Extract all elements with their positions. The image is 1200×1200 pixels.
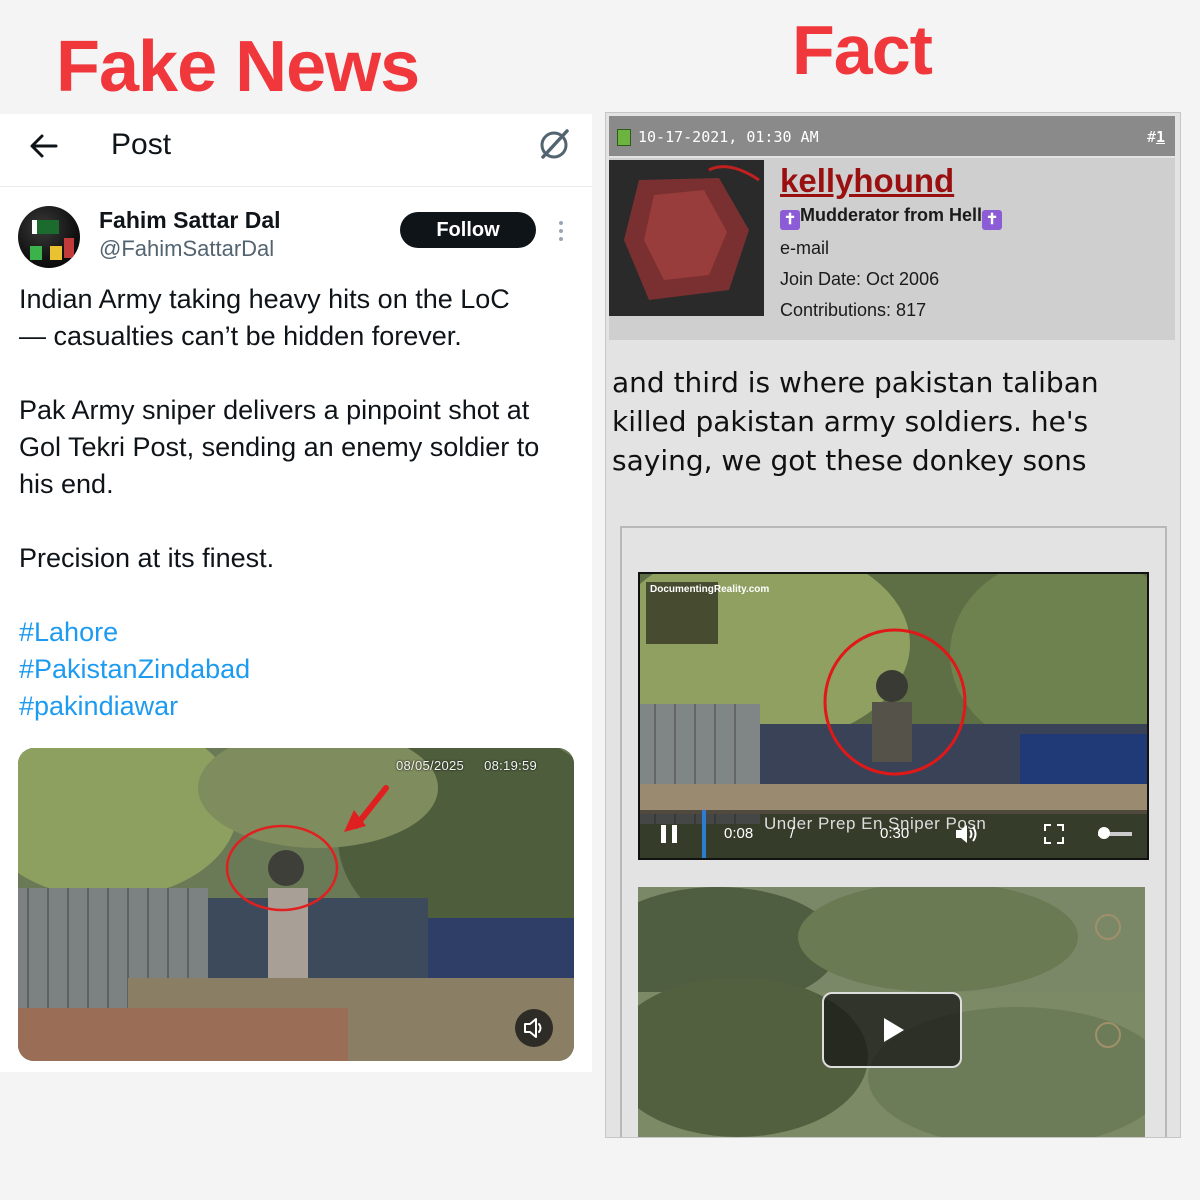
time-separator: / <box>790 825 795 842</box>
author-handle[interactable]: @FahimSattarDal <box>99 236 274 262</box>
message-line: saying, we got these donkey sons <box>612 444 1087 477</box>
tweet-line: Pak Army sniper delivers a pinpoint shot… <box>19 395 530 425</box>
video-frame-image <box>18 748 574 1061</box>
user-info-panel: kellyhound ✝ Mudderator from Hell ✝ e-mail… <box>609 158 1175 340</box>
tweet-line: Gol Tekri Post, sending an enemy soldier… <box>19 432 540 462</box>
pause-icon[interactable] <box>660 824 678 844</box>
forum-avatar[interactable] <box>609 160 764 316</box>
play-icon <box>884 1018 904 1042</box>
watermark-text: DocumentingReality.com <box>650 584 770 595</box>
fact-heading: Fact <box>792 11 933 89</box>
post-icon <box>617 129 631 146</box>
embedded-video-player-2[interactable] <box>638 887 1145 1137</box>
user-rank-text: Mudderator from Hell <box>800 205 983 225</box>
hashtag-link[interactable]: #pakindiawar <box>19 688 579 725</box>
tweet-text: Indian Army taking heavy hits on the LoC… <box>19 281 579 725</box>
avatar-detail <box>30 246 42 260</box>
progress-bar[interactable] <box>702 810 706 858</box>
user-rank: ✝ Mudderator from Hell ✝ <box>780 205 1003 230</box>
join-date: Join Date: Oct 2006 <box>780 269 940 289</box>
tweet-video[interactable]: 08/05/2025 08:19:59 <box>18 748 574 1061</box>
post-message: and third is where pakistan taliban kill… <box>612 363 1172 480</box>
hashtag-link[interactable]: #Lahore <box>19 614 579 651</box>
forum-username-link[interactable]: kellyhound <box>780 162 954 200</box>
message-line: killed pakistan army soldiers. he's <box>612 405 1089 438</box>
fullscreen-icon[interactable] <box>1044 824 1064 844</box>
cross-icon: ✝ <box>982 210 1003 230</box>
tweet-line: Precision at its finest. <box>19 543 275 573</box>
grok-icon[interactable] <box>536 126 572 162</box>
page-title: Post <box>111 128 172 161</box>
email-link[interactable]: e-mail <box>780 238 829 259</box>
tweet-topbar: Post <box>0 114 592 187</box>
video-caption: Under Prep En Sniper Posn <box>764 814 987 833</box>
post-header: 10-17-2021, 01:30 AM #1 <box>609 116 1175 156</box>
forum-post-panel: 10-17-2021, 01:30 AM #1 kellyhound ✝ Mudd… <box>605 112 1181 1138</box>
play-button[interactable] <box>822 992 962 1068</box>
current-time: 0:08 <box>724 825 754 842</box>
follow-button[interactable]: Follow <box>400 212 536 248</box>
author-name[interactable]: Fahim Sattar Dal <box>99 207 281 234</box>
post-number-link[interactable]: #1 <box>1147 128 1165 146</box>
arrow-left-icon[interactable] <box>28 130 60 162</box>
speaker-icon <box>524 1018 542 1038</box>
tweet-line: Indian Army taking heavy hits on the LoC <box>19 284 510 314</box>
embedded-video-player[interactable]: DocumentingReality.com Under Prep En Sni… <box>638 572 1149 860</box>
contributions-count: Contributions: 817 <box>780 300 927 320</box>
video-time: 08:19:59 <box>484 758 538 773</box>
cross-icon: ✝ <box>780 210 800 230</box>
total-time: 0:30 <box>880 825 910 842</box>
more-options-icon[interactable] <box>552 218 570 244</box>
tweet-line: — casualties can’t be hidden forever. <box>19 321 462 351</box>
hashtag-link[interactable]: #PakistanZindabad <box>19 651 579 688</box>
avatar[interactable] <box>18 206 80 268</box>
avatar-detail <box>50 246 62 260</box>
video-controls: Under Prep En Sniper Posn 0:08 / 0:30 <box>640 810 1147 858</box>
fake-news-heading: Fake News <box>56 27 420 107</box>
avatar-detail <box>64 238 74 258</box>
post-number-prefix: # <box>1146 128 1156 146</box>
video-watermark: DocumentingReality.com <box>646 582 769 644</box>
avatar-flag-image <box>32 220 59 234</box>
message-line: and third is where pakistan taliban <box>612 366 1099 399</box>
post-number[interactable]: 1 <box>1156 128 1165 146</box>
post-date: 10-17-2021, 01:30 AM <box>638 128 819 146</box>
volume-slider-handle[interactable] <box>1098 827 1110 839</box>
video-date: 08/05/2025 <box>396 758 465 773</box>
video-timestamp: 08/05/2025 08:19:59 <box>396 758 557 773</box>
tweet-line: his end. <box>19 469 114 499</box>
mute-button[interactable] <box>515 1009 553 1047</box>
volume-icon[interactable] <box>954 822 980 846</box>
